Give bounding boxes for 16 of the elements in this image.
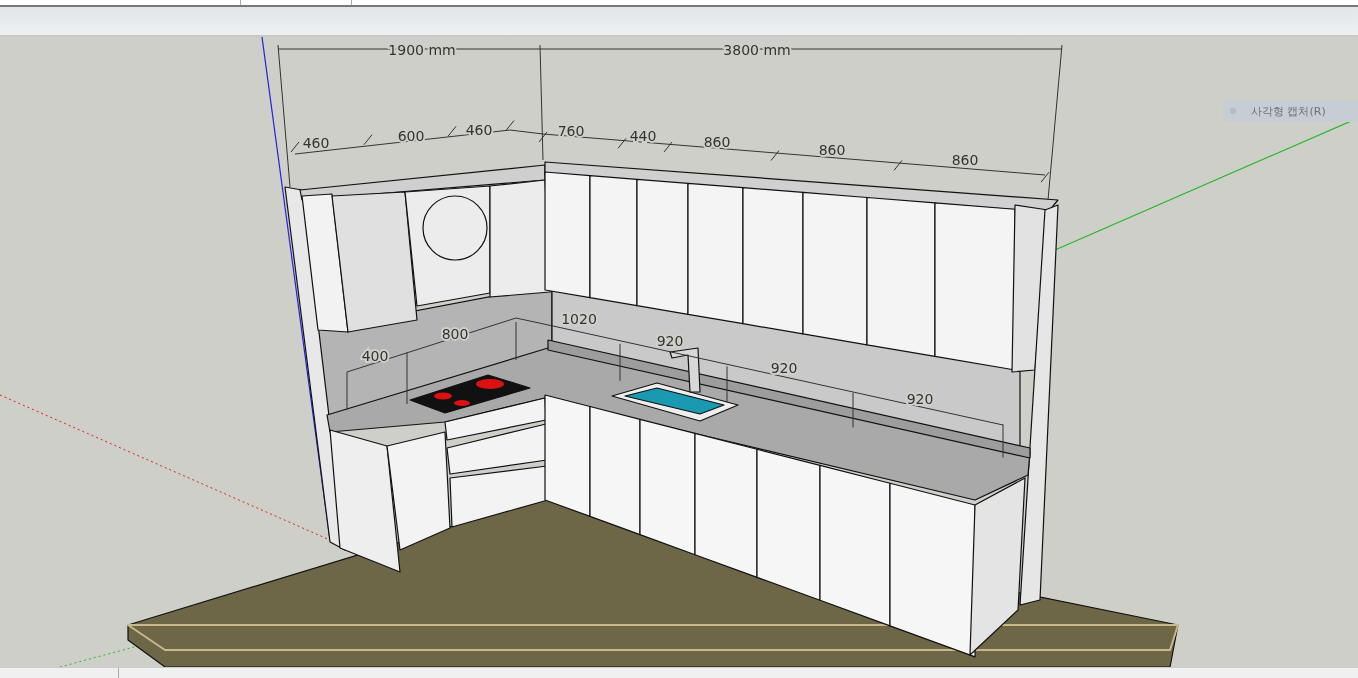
dimension-label: 920 <box>906 391 934 407</box>
dimension-label: 760 <box>557 123 585 139</box>
dimension-label: 3800 mm <box>723 42 791 58</box>
dimension-label: 800 <box>441 326 469 342</box>
dimension-label: 400 <box>361 348 389 364</box>
dimension-label: 860 <box>951 152 979 168</box>
dimension-label: 860 <box>703 134 731 150</box>
dimension-label: 600 <box>397 128 425 144</box>
dimension-label: 440 <box>629 128 657 144</box>
dimension-label: 920 <box>656 333 684 349</box>
dimension-label: 460 <box>302 135 330 151</box>
dimension-label: 1020 <box>561 311 597 327</box>
dimension-label: 1900 mm <box>388 42 456 58</box>
dimension-label: 860 <box>818 142 846 158</box>
dimension-label: 920 <box>770 360 798 376</box>
rectangle-capture-button[interactable]: 사각형 캡처(R) <box>1223 100 1358 122</box>
